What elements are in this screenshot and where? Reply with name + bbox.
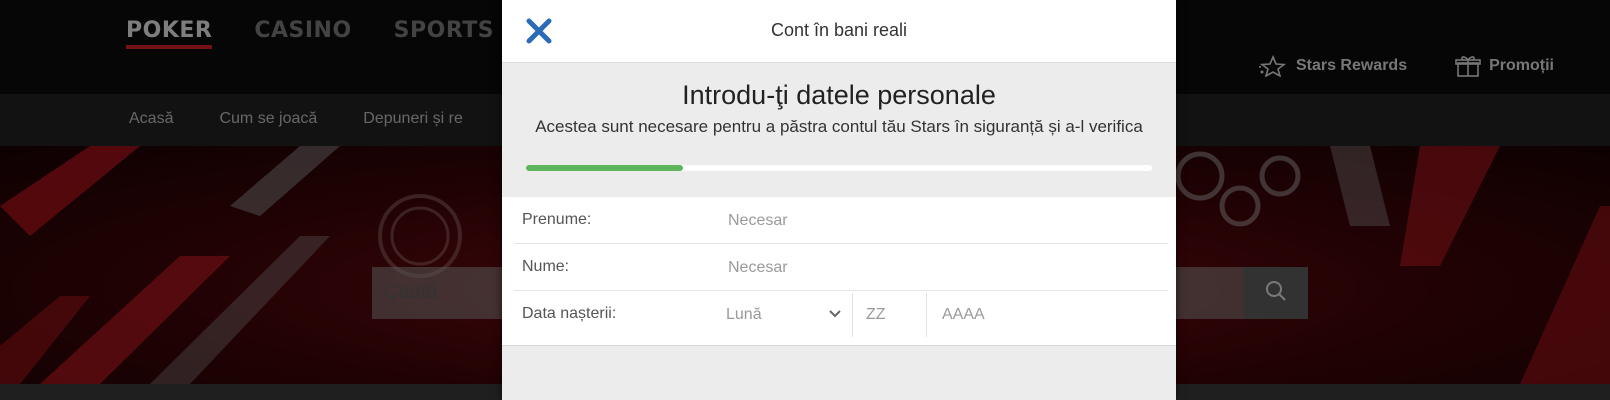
first-name-row: Prenume:: [514, 197, 1168, 244]
step-title: Introdu-ţi datele personale: [682, 80, 996, 110]
modal-title: Cont în bani reali: [770, 20, 908, 40]
last-name-input[interactable]: [726, 254, 1150, 282]
birth-month-value: Lună: [726, 306, 762, 323]
birth-month-select[interactable]: Lună: [726, 303, 842, 327]
first-name-input[interactable]: [726, 207, 1150, 235]
progress-bar-fill: [526, 165, 683, 171]
progress-bar: [526, 165, 1152, 171]
first-name-label: Prenume:: [522, 211, 592, 228]
step-subtitle: Acestea sunt necesare pentru a păstra co…: [535, 117, 1143, 136]
birth-year-input[interactable]: [940, 301, 1144, 329]
last-name-label: Nume:: [522, 258, 570, 275]
chevron-down-icon: [828, 306, 842, 324]
personal-details-form: Prenume: Nume: Data nașterii: Lună: [502, 197, 1176, 346]
birth-date-row: Data nașterii: Lună: [514, 291, 1168, 337]
date-divider: [852, 293, 853, 337]
birth-date-label: Data nașterii:: [522, 305, 617, 322]
registration-modal: Cont în bani reali Introdu-ţi datele per…: [502, 0, 1176, 400]
last-name-row: Nume:: [514, 244, 1168, 291]
date-divider: [926, 293, 927, 337]
modal-header: Cont în bani reali: [502, 0, 1176, 63]
birth-day-input[interactable]: [864, 301, 928, 329]
